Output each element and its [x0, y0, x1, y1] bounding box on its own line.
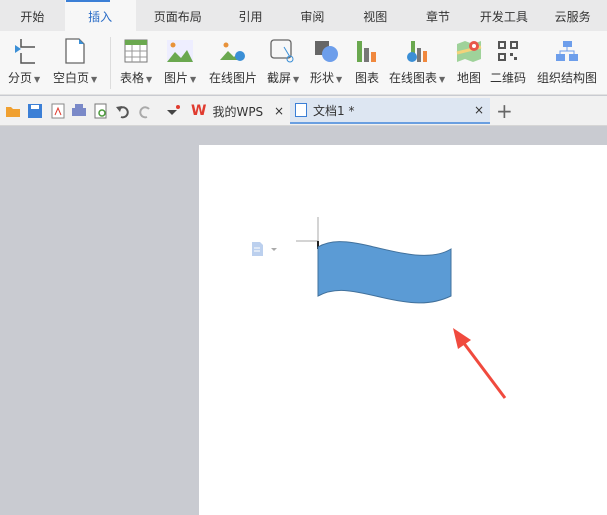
table-button[interactable]: 表格 ▼	[120, 37, 152, 86]
label: 分页	[8, 71, 33, 85]
label: 二维码	[490, 71, 527, 85]
shapes-button[interactable]: 形状 ▼	[310, 37, 342, 86]
blank-page-button[interactable]: 空白页 ▼	[53, 37, 97, 86]
picture-icon	[164, 37, 196, 65]
divider	[110, 37, 111, 89]
tab-references[interactable]: 引用	[220, 0, 281, 31]
blank-page-icon	[53, 37, 97, 65]
tab-start[interactable]: 开始	[0, 0, 65, 31]
online-picture-button[interactable]: 在线图片	[209, 37, 257, 86]
tab-label: 文档1 *	[313, 103, 355, 118]
active-tab-indicator	[66, 0, 110, 2]
undo-icon[interactable]	[115, 103, 131, 119]
redo-icon[interactable]	[137, 103, 153, 119]
org-chart-button[interactable]: 组织结构图	[537, 37, 597, 86]
customize-dropdown-icon[interactable]	[165, 103, 181, 119]
print-icon[interactable]	[71, 103, 87, 119]
document-icon	[295, 103, 307, 117]
chart-icon	[355, 37, 379, 65]
screenshot-button[interactable]: 截屏 ▼	[267, 37, 299, 86]
tab-developer[interactable]: 开发工具	[469, 0, 538, 31]
label: 截屏	[267, 71, 292, 85]
label: 地图	[456, 71, 481, 85]
screenshot-icon	[267, 37, 299, 65]
label: 图表	[355, 71, 380, 85]
map-button[interactable]: 地图	[456, 37, 482, 86]
tab-chapter[interactable]: 章节	[407, 0, 470, 31]
save-icon[interactable]	[27, 103, 43, 119]
chart-button[interactable]: 图表	[355, 37, 379, 86]
quick-access-toolbar: W 我的WPS × 文档1 * × +	[0, 96, 607, 126]
label: 在线图表	[389, 71, 438, 85]
page-break-button[interactable]: 分页 ▼	[8, 37, 40, 86]
shapes-icon	[310, 37, 342, 65]
tab-view[interactable]: 视图	[344, 0, 407, 31]
label: 图片	[164, 71, 189, 85]
label: 在线图片	[209, 71, 258, 85]
qrcode-button[interactable]: 二维码	[490, 37, 526, 86]
document-page[interactable]	[199, 145, 607, 515]
qrcode-icon	[490, 37, 526, 65]
ribbon: 分页 ▼ 空白页 ▼ 表格 ▼ 图片 ▼ 在线图片 截屏 ▼ 形状 ▼ 图表 在线图表 ▼ 地…	[0, 31, 607, 95]
doc-tab-my-wps[interactable]: W 我的WPS ×	[187, 98, 290, 124]
label: 组织结构图	[537, 71, 598, 85]
tab-page-layout[interactable]: 页面布局	[136, 0, 220, 31]
online-chart-button[interactable]: 在线图表 ▼	[389, 37, 445, 86]
online-picture-icon	[209, 37, 257, 65]
online-chart-icon	[389, 37, 445, 65]
tab-review[interactable]: 审阅	[281, 0, 344, 31]
export-pdf-icon[interactable]	[49, 103, 65, 119]
tab-label: 我的WPS	[212, 104, 264, 119]
open-folder-icon[interactable]	[5, 103, 21, 119]
page-break-icon	[8, 37, 40, 65]
tab-cloud[interactable]: 云服务	[538, 0, 607, 31]
wps-logo-icon: W	[191, 103, 207, 119]
org-chart-icon	[537, 37, 597, 65]
doc-tab-document1[interactable]: 文档1 * ×	[290, 98, 490, 124]
label: 形状	[310, 71, 335, 85]
map-icon	[456, 37, 482, 65]
label: 空白页	[53, 71, 90, 85]
label: 表格	[120, 71, 145, 85]
picture-button[interactable]: 图片 ▼	[164, 37, 196, 86]
new-tab-button[interactable]: +	[496, 98, 513, 124]
close-icon[interactable]: ×	[274, 104, 284, 118]
table-icon	[120, 37, 152, 65]
print-preview-icon[interactable]	[93, 103, 109, 119]
close-icon[interactable]: ×	[474, 103, 484, 117]
tab-insert[interactable]: 插入	[64, 0, 136, 31]
menu-tab-bar: 开始 插入 页面布局 引用 审阅 视图 章节 开发工具 云服务	[0, 0, 607, 31]
